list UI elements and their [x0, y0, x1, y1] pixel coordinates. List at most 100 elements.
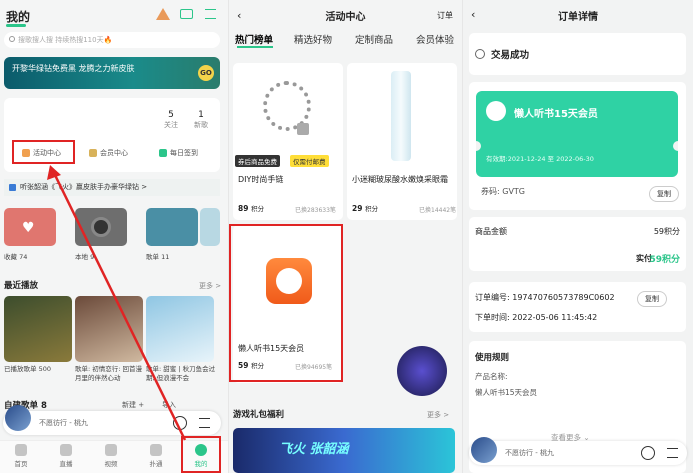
- my-page-panel: 我的 搜歌搜人搜 持续热搜110天🔥 开黎华绿钻免费黑 龙腾之力新皮肤 GO 5…: [0, 0, 228, 473]
- order-no-label: 订单编号:: [475, 293, 510, 302]
- game-banner-text: 飞火 张韶涵: [279, 442, 349, 457]
- copy-order-button[interactable]: 复制: [637, 291, 667, 307]
- promo-strip[interactable]: 听张韶涵《飞火》赢皮肤手办豪华绿钻 >: [4, 179, 220, 196]
- local-label: 本地 9: [75, 253, 95, 261]
- order-time-label: 下单时间:: [475, 313, 510, 322]
- vip-center-label: 会员中心: [100, 149, 128, 157]
- active-tab-indicator: [237, 46, 273, 48]
- follow-stat[interactable]: 5 关注: [164, 110, 178, 130]
- promo-text: 听张韶涵《飞火》赢皮肤手办豪华绿钻 >: [20, 183, 148, 191]
- product-card-eye-cream[interactable]: 小迷糊玻尿酸水嫩焕采眼霜 29 积分 已换14442笔: [347, 63, 457, 220]
- amount-card: 商品金额 59积分 实付 59积分: [469, 217, 686, 271]
- order-status: 交易成功: [491, 50, 530, 61]
- product-points: 89: [238, 204, 249, 213]
- album-thumb: [5, 405, 31, 431]
- heart-icon: ♥: [22, 220, 35, 236]
- favorites-tile[interactable]: ♥: [4, 208, 56, 246]
- tab-home[interactable]: 首页: [6, 444, 36, 468]
- pyramid-icon[interactable]: [156, 8, 170, 20]
- voucher-ticket: 懒人听书15天会员 有效期:2021-12-24 至 2022-06-30: [476, 91, 678, 177]
- recent-item-3[interactable]: [146, 296, 214, 362]
- banner-go-button[interactable]: GO: [198, 65, 214, 81]
- lock-charm: [297, 123, 309, 135]
- new-song-stat[interactable]: 1 新歌: [194, 110, 208, 130]
- order-detail-panel: ‹ 订单详情 交易成功 懒人听书15天会员 有效期:2021-12-24 至 2…: [463, 0, 693, 473]
- product-points: 29: [352, 204, 363, 213]
- tab-hot-list[interactable]: 热门榜单: [235, 32, 273, 46]
- banner-text: 开黎华绿钻免费黑 龙腾之力新皮肤: [12, 64, 135, 73]
- tab-selected-goods[interactable]: 精选好物: [294, 32, 332, 46]
- points-unit: 积分: [365, 205, 379, 213]
- orders-link[interactable]: 订单: [437, 10, 453, 21]
- product-name: 小迷糊玻尿酸水嫩焕采眼霜: [352, 175, 448, 184]
- recent-item-2[interactable]: [75, 296, 143, 362]
- game-more-link[interactable]: 更多 >: [427, 410, 449, 420]
- tab-video-label: 视频: [104, 460, 118, 468]
- import-playlist-button[interactable]: 导入: [162, 400, 176, 410]
- copy-code-button[interactable]: 复制: [649, 186, 679, 202]
- favorites-label: 收藏 74: [4, 253, 28, 261]
- playlist-tile-extra[interactable]: [200, 208, 220, 246]
- tab-custom-goods[interactable]: 定制商品: [355, 32, 393, 46]
- mini-player[interactable]: 不愿彷行 - 桃九: [469, 437, 687, 465]
- live-icon: [60, 444, 72, 456]
- vip-center-button[interactable]: 会员中心: [89, 148, 128, 158]
- mini-player[interactable]: 不愿彷行 - 桃九: [3, 405, 221, 435]
- game-banner[interactable]: 飞火 张韶涵: [233, 428, 455, 473]
- mail-icon[interactable]: [180, 9, 193, 19]
- rule-name-label: 产品名称:: [475, 372, 508, 381]
- eye-cream-image: [391, 71, 411, 161]
- playlist-tile[interactable]: [146, 208, 198, 246]
- search-placeholder: 搜歌搜人搜 持续热搜110天🔥: [18, 36, 113, 44]
- playlist-label: 歌单 11: [146, 253, 170, 261]
- order-info-card: 订单编号: 197470760573789C0602 复制 下单时间: 2022…: [469, 282, 686, 332]
- tab-vip-experience[interactable]: 会员体验: [416, 32, 454, 46]
- floating-avatar[interactable]: [397, 346, 447, 396]
- page-title: 我的: [6, 10, 31, 24]
- game-section-title: 游戏礼包福利: [233, 410, 285, 420]
- tab-live-label: 直播: [59, 460, 73, 468]
- ticket-notch-right: [673, 141, 678, 151]
- local-tile[interactable]: [75, 208, 127, 246]
- ticket-notch-left: [476, 141, 481, 151]
- voucher-validity: 有效期:2021-12-24 至 2022-06-30: [486, 155, 594, 163]
- highlight-lazy-audio: [229, 224, 343, 382]
- daily-checkin-button[interactable]: 每日签到: [159, 148, 198, 158]
- search-input[interactable]: 搜歌搜人搜 持续热搜110天🔥: [4, 32, 220, 48]
- page-title: 订单详情: [558, 12, 598, 23]
- tab-live[interactable]: 直播: [51, 444, 81, 468]
- product-sold: 已换283633笔: [295, 207, 336, 214]
- tab-putong[interactable]: 扑通: [141, 444, 171, 468]
- page-title: 活动中心: [325, 12, 366, 23]
- checkin-icon: [159, 149, 167, 157]
- recent-item-1[interactable]: [4, 296, 72, 362]
- product-card-bracelet[interactable]: 券后商品免费 仅需付邮费 DIY时尚手链 89 积分 已换283633笔: [233, 63, 343, 220]
- playlist-icon[interactable]: [667, 448, 678, 458]
- product-sold: 已换14442笔: [419, 207, 457, 214]
- status-card: 交易成功: [469, 33, 686, 75]
- playlist-icon[interactable]: [199, 418, 210, 428]
- mini-player-song: 不愿彷行 - 桃九: [39, 419, 88, 427]
- postage-badge: 仅需付邮费: [290, 155, 329, 167]
- recent-more-link[interactable]: 更多 >: [199, 281, 221, 291]
- tab-video[interactable]: 视频: [96, 444, 126, 468]
- order-no: 197470760573789C0602: [512, 293, 615, 302]
- amount-label: 商品金额: [475, 227, 507, 236]
- disc-icon: [91, 217, 111, 237]
- putong-icon: [150, 444, 162, 456]
- video-icon: [105, 444, 117, 456]
- play-icon[interactable]: [173, 416, 187, 430]
- code-label: 券码:: [481, 187, 500, 196]
- recent-label-2: 歌单: 初情恋行: 回首漫月里的伴然心动: [75, 365, 143, 382]
- new-playlist-button[interactable]: 新建 +: [122, 400, 144, 410]
- crown-icon: [89, 149, 97, 157]
- menu-icon[interactable]: [205, 9, 216, 19]
- promo-banner[interactable]: 开黎华绿钻免费黑 龙腾之力新皮肤 GO: [4, 57, 220, 89]
- play-icon[interactable]: [641, 446, 655, 460]
- coupon-badge: 券后商品免费: [235, 155, 280, 167]
- voucher-code: GVTG: [502, 187, 526, 196]
- check-icon: [475, 49, 485, 59]
- rules-title: 使用规则: [475, 353, 510, 363]
- search-icon: [9, 36, 15, 42]
- points-unit: 积分: [251, 205, 265, 213]
